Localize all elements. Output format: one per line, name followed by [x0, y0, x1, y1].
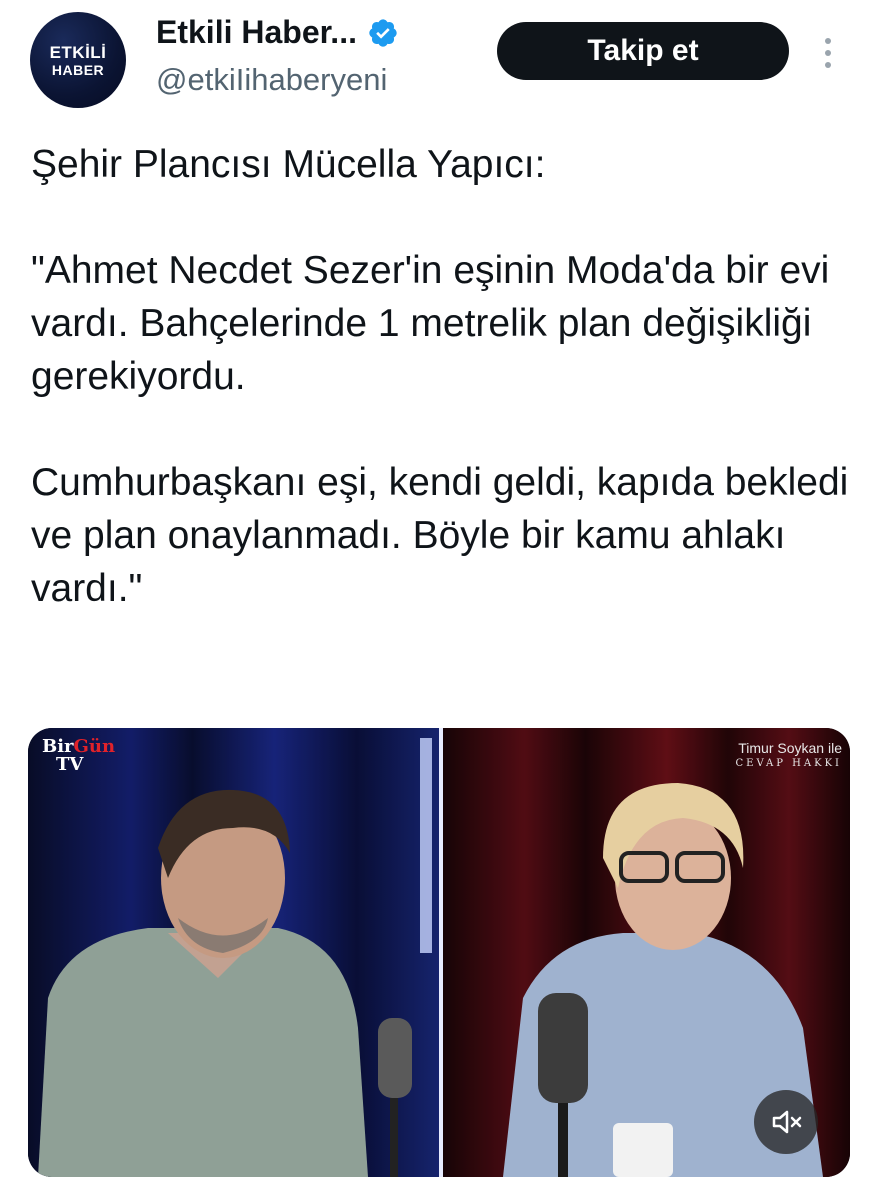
video-left-panel: BirGün TV [28, 728, 439, 1177]
left-speaker-figure [28, 728, 439, 1177]
tweet-video[interactable]: BirGün TV Timur Soykan ile CEVAP HAKKI [28, 728, 850, 1177]
author-name-row: Etkili Haber... [156, 14, 399, 51]
volume-muted-icon [772, 1110, 802, 1134]
author-handle[interactable]: @etkiIihaberyeni [156, 62, 387, 98]
follow-button[interactable]: Takip et [497, 22, 789, 80]
author-display-name[interactable]: Etkili Haber... [156, 14, 357, 51]
tweet-title-line: Şehir Plancısı Mücella Yapıcı: [31, 143, 546, 186]
logo-tv: TV [56, 754, 84, 775]
program-host-line: Timur Soykan ile [738, 740, 842, 756]
author-avatar[interactable]: ETKİLİ HABER [30, 12, 126, 108]
birgun-tv-logo: BirGün TV [42, 738, 115, 774]
tweet-paragraph-1: "Ahmet Necdet Sezer'in eşinin Moda'da bi… [31, 249, 830, 398]
tweet-text: Şehir Plancısı Mücella Yapıcı: "Ahmet Ne… [31, 138, 851, 615]
avatar-line2: HABER [51, 61, 105, 78]
more-vertical-icon[interactable] [820, 36, 836, 70]
program-title-line: CEVAP HAKKI [735, 758, 842, 769]
mute-button[interactable] [754, 1090, 818, 1154]
cevap-hakki-logo: Timur Soykan ile CEVAP HAKKI [736, 740, 842, 769]
verified-badge-icon [369, 18, 397, 47]
avatar-line1: ETKİLİ [49, 42, 107, 62]
tweet-paragraph-2: Cumhurbaşkanı eşi, kendi geldi, kapıda b… [31, 461, 849, 610]
